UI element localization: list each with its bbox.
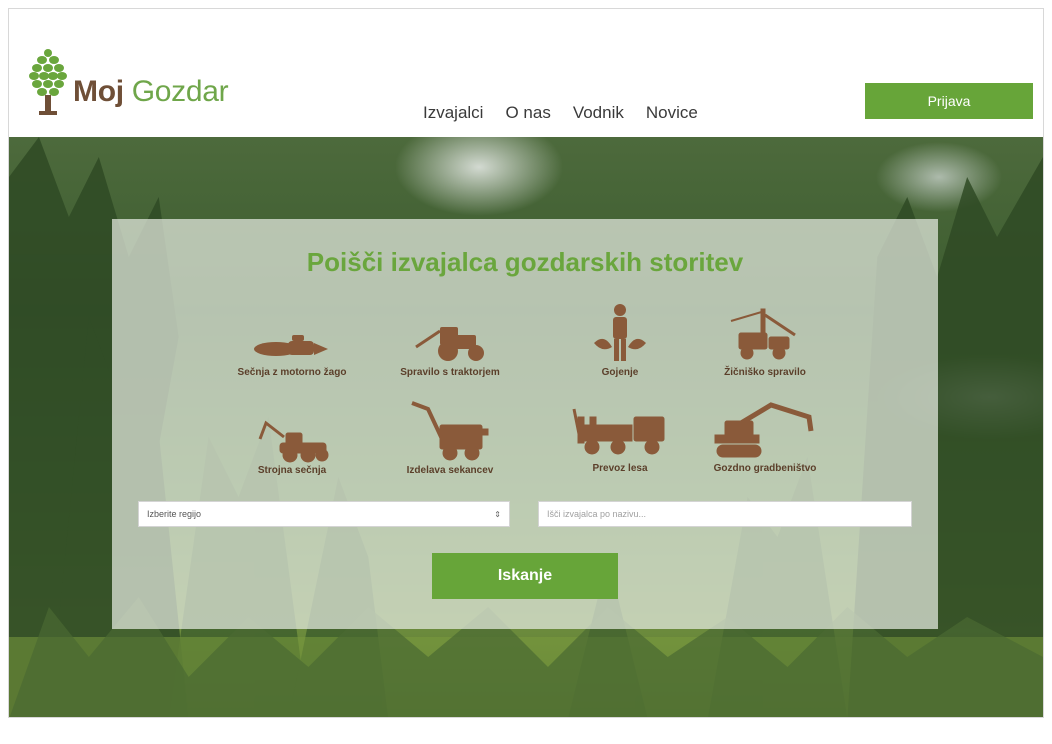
service-chainsaw[interactable]: Sečnja z motorno žago [217,325,367,378]
login-button[interactable]: Prijava [865,83,1033,119]
service-forest-construction[interactable]: Gozdno gradbeništvo [690,399,840,474]
tractor-icon [415,327,484,361]
logo-wordmark: Moj Gozdar [73,75,229,108]
hero-forest-background: Poišči izvajalca gozdarskih storitev Seč… [9,137,1043,717]
service-chipper[interactable]: Izdelava sekancev [375,399,525,476]
search-panel: Poišči izvajalca gozdarskih storitev Seč… [112,219,938,629]
service-harvester[interactable]: Strojna sečnja [217,419,367,476]
contractor-name-input[interactable] [538,501,912,527]
chainsaw-icon [254,335,328,356]
service-gojenje[interactable]: Gojenje [545,303,695,378]
site-header: Moj Gozdar Izvajalci O nas Vodnik Novice … [9,9,1043,137]
forester-icon [594,304,646,361]
pinecone-logo-icon [29,49,67,115]
search-title: Poišči izvajalca gozdarskih storitev [306,247,744,277]
service-cable-crane[interactable]: Žičniško spravilo [690,307,840,378]
nav-item-o-nas[interactable]: O nas [505,103,550,123]
search-button[interactable]: Iskanje [432,553,618,599]
timber-truck-icon [572,408,665,455]
logo-text-moj: Moj [73,75,124,108]
site-logo[interactable]: Moj Gozdar [27,47,229,117]
nav-item-izvajalci[interactable]: Izvajalci [423,103,483,123]
nav-item-vodnik[interactable]: Vodnik [573,103,624,123]
service-label: Prevoz lesa [592,463,648,474]
region-select-value: Izberite regijo [147,509,202,519]
chipper-icon [411,401,489,461]
page-frame: Moj Gozdar Izvajalci O nas Vodnik Novice … [8,8,1044,718]
service-timber-transport[interactable]: Prevoz lesa [545,403,695,474]
harvester-icon [258,420,329,463]
region-select[interactable]: Izberite regijo ⇕ [138,501,510,527]
excavator-icon [714,402,814,458]
nav-item-novice[interactable]: Novice [646,103,698,123]
service-label: Strojna sečnja [257,465,327,476]
service-label: Žičniško spravilo [724,367,806,378]
service-label: Izdelava sekancev [406,465,494,476]
cable-crane-icon [730,308,796,360]
main-nav: Izvajalci O nas Vodnik Novice [423,103,698,123]
service-label: Gojenje [601,367,639,378]
service-tractor[interactable]: Spravilo s traktorjem [375,317,525,378]
logo-text-gozdar: Gozdar [131,75,229,108]
service-label: Spravilo s traktorjem [400,367,500,378]
service-label: Gozdno gradbeništvo [713,463,817,474]
service-label: Sečnja z motorno žago [237,367,347,378]
select-arrows-icon: ⇕ [494,509,501,519]
